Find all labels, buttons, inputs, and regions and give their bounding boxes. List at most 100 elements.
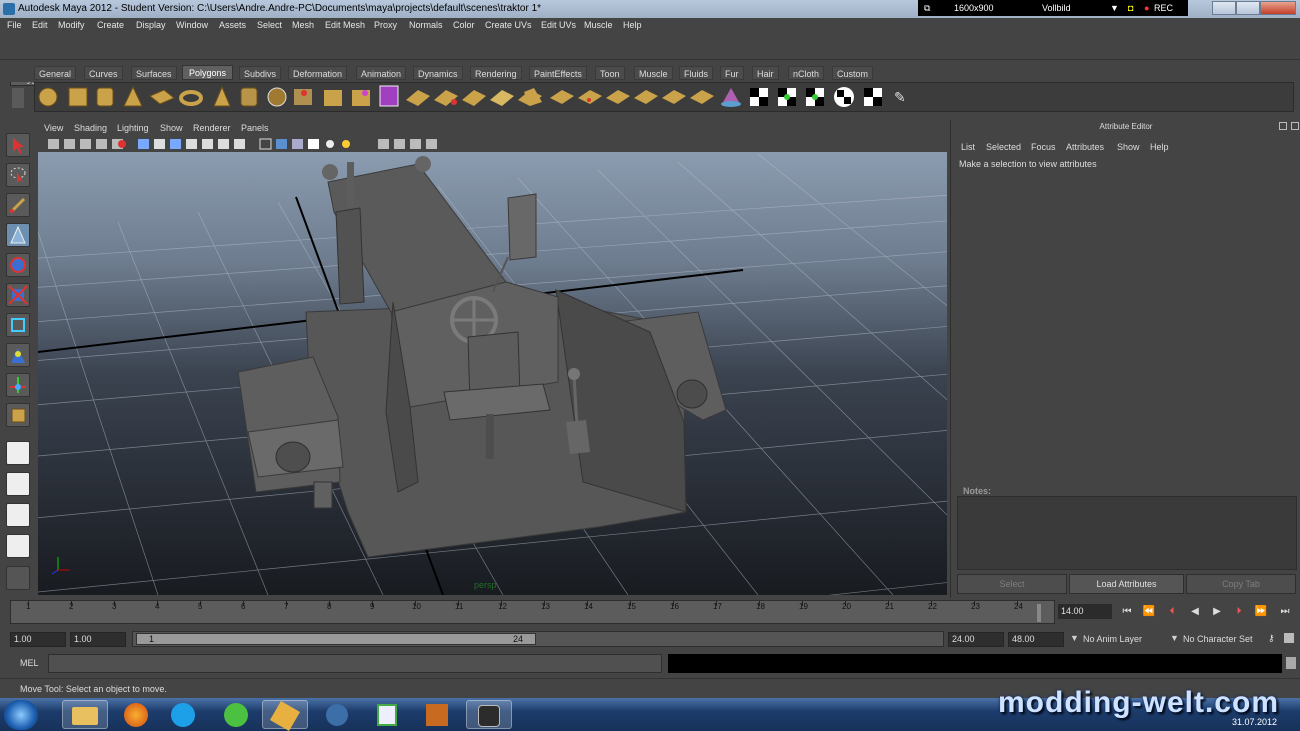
attr-menu-selected[interactable]: Selected — [986, 142, 1021, 152]
panel-menu-shading[interactable]: Shading — [74, 123, 107, 133]
cylindrical-mapping-icon[interactable] — [778, 88, 796, 106]
menu-muscle[interactable]: Muscle — [584, 20, 613, 30]
shelf-tab-subdivs[interactable]: Subdivs — [239, 66, 282, 80]
poly-torus-icon[interactable] — [179, 90, 203, 106]
last-used-tool-icon[interactable] — [6, 403, 30, 427]
menu-mesh[interactable]: Mesh — [292, 20, 314, 30]
shelf-tab-hair[interactable]: Hair — [752, 66, 779, 80]
combine-icon[interactable] — [294, 89, 312, 105]
film-gate-icon[interactable] — [154, 139, 165, 149]
step-forward-frame-icon[interactable]: ⏵ — [1230, 604, 1248, 619]
textured-icon[interactable] — [308, 139, 319, 149]
anim-layer-dropdown[interactable]: No Anim Layer — [1083, 634, 1142, 644]
menu-assets[interactable]: Assets — [219, 20, 246, 30]
start-button-icon[interactable] — [4, 700, 38, 730]
select-tool-icon[interactable] — [6, 133, 30, 157]
universal-manipulator-icon[interactable] — [6, 313, 30, 337]
rotate-tool-icon[interactable] — [6, 253, 30, 277]
split-polygon-icon[interactable] — [606, 90, 630, 104]
recorder-rec-label[interactable]: REC — [1154, 3, 1173, 13]
minimize-button[interactable] — [1212, 1, 1236, 15]
image-plane-icon[interactable] — [96, 139, 107, 149]
current-frame-field[interactable]: 14.00 — [1058, 604, 1112, 619]
menu-file[interactable]: File — [7, 20, 22, 30]
time-slider[interactable]: 1 2 3 4 5 6 7 8 9 10 11 12 13 14 15 16 1… — [10, 600, 1055, 624]
smooth-icon[interactable] — [379, 85, 399, 107]
attr-menu-attributes[interactable]: Attributes — [1066, 142, 1104, 152]
shelf-tab-animation[interactable]: Animation — [356, 66, 407, 80]
shadows-icon[interactable] — [342, 140, 350, 148]
boolean-intersection-icon[interactable] — [462, 90, 486, 106]
menu-proxy[interactable]: Proxy — [374, 20, 397, 30]
scale-tool-icon[interactable] — [6, 283, 30, 307]
select-button[interactable]: Select — [957, 574, 1067, 594]
select-camera-icon[interactable] — [48, 139, 59, 149]
close-button[interactable] — [1260, 1, 1296, 15]
menu-modify[interactable]: Modify — [58, 20, 85, 30]
close-panel-icon[interactable] — [1291, 122, 1299, 130]
panel-menu-panels[interactable]: Panels — [241, 123, 269, 133]
anim-prefs-icon[interactable] — [1284, 633, 1294, 643]
four-pane-layout-icon[interactable] — [6, 472, 30, 496]
shelf-tab-deformation[interactable]: Deformation — [288, 66, 348, 80]
show-manipulator-icon[interactable] — [6, 373, 30, 397]
uv-texture-editor-icon[interactable] — [864, 88, 882, 106]
shelf-tab-polygons[interactable]: Polygons — [182, 65, 234, 80]
poly-cylinder-icon[interactable] — [96, 87, 114, 107]
taskbar-maya-icon[interactable] — [466, 700, 512, 729]
load-attributes-button[interactable]: Load Attributes — [1069, 574, 1184, 594]
shelf-tab-curves[interactable]: Curves — [84, 66, 123, 80]
menu-normals[interactable]: Normals — [409, 20, 443, 30]
poly-sphere-icon[interactable] — [38, 87, 58, 107]
playback-end-field[interactable]: 24.00 — [948, 632, 1004, 647]
attr-menu-help[interactable]: Help — [1150, 142, 1169, 152]
single-pane-layout-icon[interactable] — [6, 441, 30, 465]
boolean-difference-icon[interactable] — [434, 90, 458, 106]
safe-action-icon[interactable] — [218, 139, 229, 149]
shelf-menu-handle[interactable] — [12, 88, 24, 108]
attr-menu-list[interactable]: List — [961, 142, 975, 152]
playback-start-field[interactable]: 1.00 — [70, 632, 126, 647]
outliner-persp-layout-icon[interactable] — [6, 503, 30, 527]
end-time-field[interactable]: 48.00 — [1008, 632, 1064, 647]
float-panel-icon[interactable] — [1279, 122, 1287, 130]
recorder-window-icon[interactable]: ⧉ — [924, 3, 930, 14]
shelf-tab-fur[interactable]: Fur — [720, 66, 744, 80]
start-time-field[interactable]: 1.00 — [10, 632, 66, 647]
shelf-tab-surfaces[interactable]: Surfaces — [131, 66, 177, 80]
shelf-tab-painteffects[interactable]: PaintEffects — [529, 66, 587, 80]
automatic-mapping-icon[interactable] — [834, 87, 854, 107]
recorder-resolution[interactable]: 1600x900 — [954, 3, 994, 13]
wireframe-icon[interactable] — [259, 138, 272, 150]
script-editor-icon[interactable] — [1286, 657, 1296, 669]
taskbar-skype-icon[interactable] — [160, 700, 206, 729]
key-icon[interactable]: ⚷ — [1268, 633, 1275, 644]
average-vertices-icon[interactable] — [721, 88, 741, 107]
menu-edit-uvs[interactable]: Edit UVs — [541, 20, 576, 30]
mel-script-icon[interactable]: ✎ — [894, 90, 906, 106]
bridge-icon[interactable] — [550, 90, 574, 104]
attr-menu-show[interactable]: Show — [1117, 142, 1140, 152]
poly-cone-icon[interactable] — [123, 85, 143, 107]
play-forward-icon[interactable]: ▶ — [1208, 604, 1226, 619]
shelf-tab-dynamics[interactable]: Dynamics — [413, 66, 463, 80]
sculpt-geometry-icon[interactable] — [690, 90, 714, 104]
insert-edge-loop-icon[interactable] — [634, 90, 658, 104]
isolate-select-icon[interactable] — [378, 139, 389, 149]
graph-persp-layout-icon[interactable] — [6, 534, 30, 558]
attr-menu-focus[interactable]: Focus — [1031, 142, 1056, 152]
smooth-shade-icon[interactable] — [276, 139, 287, 149]
offset-edge-loop-icon[interactable] — [662, 90, 686, 104]
menu-help[interactable]: Help — [623, 20, 642, 30]
lasso-tool-icon[interactable] — [6, 163, 30, 187]
play-backward-icon[interactable]: ◀ — [1186, 604, 1204, 619]
shelf-tab-ncloth[interactable]: nCloth — [788, 66, 825, 80]
panel-menu-renderer[interactable]: Renderer — [193, 123, 231, 133]
xray-icon[interactable] — [394, 139, 405, 149]
notes-field[interactable] — [957, 496, 1297, 570]
panel-menu-show[interactable]: Show — [160, 123, 183, 133]
current-time-marker[interactable] — [1037, 604, 1041, 622]
camera-attributes-icon[interactable] — [64, 139, 75, 149]
resolution-gate-icon[interactable] — [170, 139, 181, 149]
poly-pipe-icon[interactable] — [240, 87, 258, 107]
